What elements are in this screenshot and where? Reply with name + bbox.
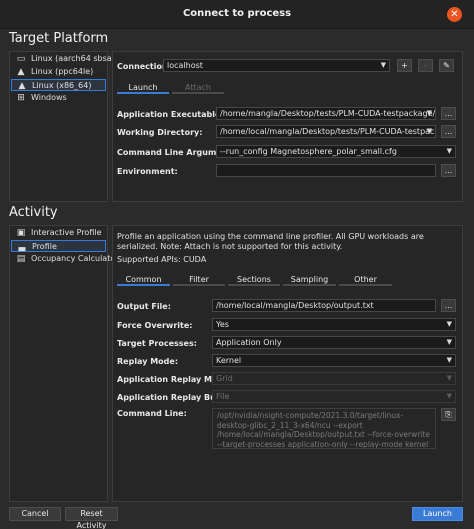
replay-mode-label: Replay Mode: bbox=[117, 357, 179, 366]
chevron-down-icon: ▼ bbox=[446, 320, 452, 328]
app-replay-buffer-value: File bbox=[216, 392, 230, 401]
add-connection-button[interactable]: + bbox=[397, 59, 412, 72]
connection-select[interactable]: localhost ▼ bbox=[163, 59, 390, 72]
platform-item-ppc64le[interactable]: ▲ Linux (ppc64le) bbox=[11, 66, 106, 78]
args-value: --run_config Magnetosphere_polar_small.c… bbox=[220, 147, 397, 156]
app-replay-match-value: Grid bbox=[216, 374, 233, 383]
activity-label: Interactive Profile bbox=[31, 228, 102, 237]
force-overwrite-label: Force Overwrite: bbox=[117, 321, 193, 330]
edit-environment-button[interactable]: ... bbox=[441, 164, 456, 177]
tab-filter[interactable]: Filter bbox=[173, 274, 225, 286]
platform-item-windows[interactable]: ⊞ Windows bbox=[11, 92, 106, 104]
launch-button[interactable]: Launch bbox=[412, 507, 463, 521]
close-button[interactable]: ✕ bbox=[447, 7, 462, 22]
output-file-field[interactable]: /home/local/mangla/Desktop/output.txt bbox=[212, 299, 436, 312]
cancel-button[interactable]: Cancel bbox=[9, 507, 61, 521]
profile-chart-icon: ▃ bbox=[18, 242, 26, 252]
browse-workdir-button[interactable]: ... bbox=[441, 125, 456, 138]
tab-sections[interactable]: Sections bbox=[228, 274, 280, 286]
platform-label: Linux (aarch64 sbsa) bbox=[31, 54, 115, 63]
browse-executable-button[interactable]: ... bbox=[441, 107, 456, 120]
activity-list: ▣ Interactive Profile ▃ Profile ▤ Occupa… bbox=[9, 225, 119, 502]
copy-icon[interactable]: ⎘ bbox=[441, 408, 456, 421]
chevron-down-icon: ▼ bbox=[446, 356, 452, 364]
tab-launch[interactable]: Launch bbox=[117, 82, 169, 94]
chevron-down-icon: ▼ bbox=[446, 374, 452, 382]
app-exe-field[interactable]: /home/mangla/Desktop/tests/PLM-CUDA-test… bbox=[216, 107, 436, 120]
chevron-down-icon: ▼ bbox=[426, 109, 432, 117]
chevron-down-icon: ▼ bbox=[446, 392, 452, 400]
target-processes-value: Application Only bbox=[216, 338, 282, 347]
chevron-down-icon: ▼ bbox=[446, 147, 452, 155]
calculator-icon: ▤ bbox=[16, 254, 26, 264]
chevron-down-icon: ▼ bbox=[426, 127, 432, 135]
output-file-label: Output File: bbox=[117, 302, 171, 311]
target-platform-heading: Target Platform bbox=[9, 31, 109, 46]
reset-activity-button[interactable]: Reset Activity bbox=[65, 507, 118, 529]
activity-item-occupancy-calculator[interactable]: ▤ Occupancy Calculator bbox=[11, 253, 119, 265]
platform-label: Linux (x86_64) bbox=[32, 81, 92, 90]
environment-label: Environment: bbox=[117, 167, 178, 176]
environment-field[interactable] bbox=[216, 164, 436, 177]
replay-mode-select[interactable]: Kernel ▼ bbox=[212, 354, 456, 367]
workdir-label: Working Directory: bbox=[117, 128, 203, 137]
tab-other[interactable]: Other bbox=[339, 274, 392, 286]
activity-item-profile[interactable]: ▃ Profile bbox=[11, 240, 106, 252]
workdir-value: /home/local/mangla/Desktop/tests/PLM-CUD… bbox=[220, 127, 436, 136]
edit-connection-button[interactable]: ✎ bbox=[439, 59, 454, 72]
platform-list: ▭ Linux (aarch64 sbsa) ▲ Linux (ppc64le)… bbox=[9, 51, 115, 202]
title-bar: Connect to process ✕ bbox=[0, 0, 474, 29]
linux-icon: ▲ bbox=[17, 67, 25, 77]
supported-apis: Supported APIs: CUDA bbox=[117, 255, 207, 264]
command-line-label: Command Line: bbox=[117, 409, 187, 418]
activity-label: Profile bbox=[32, 242, 57, 251]
linux-icon: ▲ bbox=[18, 81, 26, 91]
args-field[interactable]: --run_config Magnetosphere_polar_small.c… bbox=[216, 145, 456, 158]
chevron-down-icon: ▼ bbox=[380, 61, 386, 69]
activity-item-interactive-profile[interactable]: ▣ Interactive Profile bbox=[11, 227, 106, 239]
interactive-profile-icon: ▣ bbox=[16, 228, 26, 238]
platform-item-x86-64[interactable]: ▲ Linux (x86_64) bbox=[11, 79, 106, 91]
replay-mode-value: Kernel bbox=[216, 356, 242, 365]
activity-label: Occupancy Calculator bbox=[31, 254, 119, 263]
tab-attach[interactable]: Attach bbox=[172, 82, 224, 94]
force-overwrite-value: Yes bbox=[216, 320, 229, 329]
force-overwrite-select[interactable]: Yes ▼ bbox=[212, 318, 456, 331]
platform-label: Windows bbox=[31, 93, 67, 102]
platform-item-aarch64[interactable]: ▭ Linux (aarch64 sbsa) bbox=[11, 53, 115, 65]
app-exe-label: Application Executable: bbox=[117, 110, 224, 119]
app-replay-match-select[interactable]: Grid ▼ bbox=[212, 372, 456, 385]
workdir-field[interactable]: /home/local/mangla/Desktop/tests/PLM-CUD… bbox=[216, 125, 436, 138]
chevron-down-icon: ▼ bbox=[446, 338, 452, 346]
command-line-text[interactable]: /opt/nvidia/nsight-compute/2021.3.0/targ… bbox=[212, 408, 436, 449]
target-processes-label: Target Processes: bbox=[117, 339, 197, 348]
browse-output-button[interactable]: ... bbox=[441, 299, 456, 312]
activity-heading: Activity bbox=[9, 205, 58, 220]
remove-connection-button[interactable]: – bbox=[418, 59, 433, 72]
platform-label: Linux (ppc64le) bbox=[31, 67, 94, 76]
app-replay-buffer-select[interactable]: File ▼ bbox=[212, 390, 456, 403]
window-title: Connect to process bbox=[182, 8, 292, 19]
tab-sampling[interactable]: Sampling bbox=[283, 274, 336, 286]
tab-common[interactable]: Common bbox=[117, 274, 170, 286]
connection-value: localhost bbox=[167, 61, 203, 70]
output-file-value: /home/local/mangla/Desktop/output.txt bbox=[216, 301, 374, 310]
monitor-icon: ▭ bbox=[16, 54, 26, 64]
activity-description: Profile an application using the command… bbox=[117, 232, 424, 251]
windows-icon: ⊞ bbox=[17, 93, 25, 103]
target-processes-select[interactable]: Application Only ▼ bbox=[212, 336, 456, 349]
app-exe-value: /home/mangla/Desktop/tests/PLM-CUDA-test… bbox=[220, 109, 436, 118]
